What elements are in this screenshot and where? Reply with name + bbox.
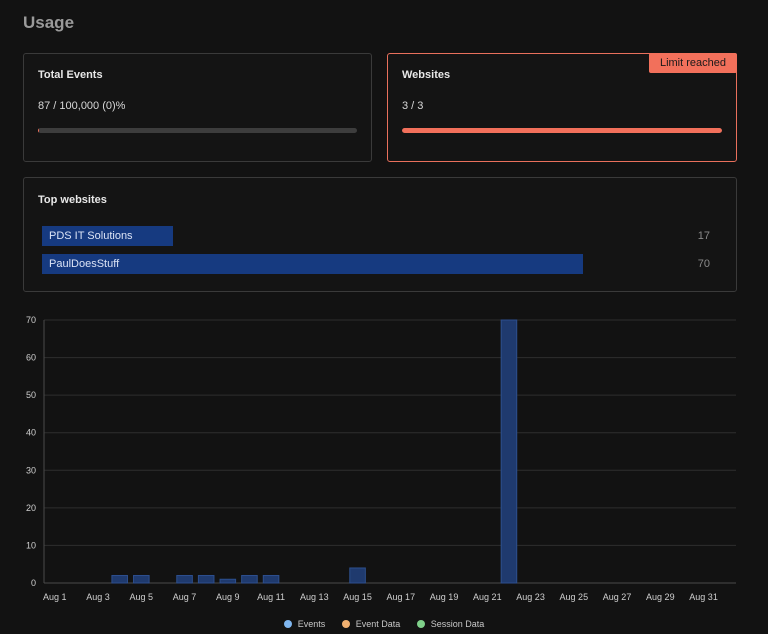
x-tick-label: Aug 31 xyxy=(689,592,718,602)
x-tick-label: Aug 7 xyxy=(173,592,197,602)
x-tick-label: Aug 13 xyxy=(300,592,329,602)
top-websites-card: Top websites PDS IT Solutions 17 PaulDoe… xyxy=(23,177,737,292)
top-website-row[interactable]: PDS IT Solutions 17 xyxy=(42,226,714,246)
legend-item-events[interactable]: Events xyxy=(283,619,326,629)
y-tick-label: 10 xyxy=(26,540,36,550)
x-tick-label: Aug 21 xyxy=(473,592,502,602)
x-tick-label: Aug 25 xyxy=(560,592,589,602)
top-website-count: 17 xyxy=(697,230,710,242)
top-website-count: 70 xyxy=(697,258,710,270)
total-events-progress xyxy=(38,128,357,133)
dot-icon xyxy=(341,620,350,628)
websites-title: Websites xyxy=(402,69,451,81)
chart-bar xyxy=(262,574,280,584)
x-tick-label: Aug 5 xyxy=(130,592,154,602)
y-tick-label: 50 xyxy=(26,390,36,400)
top-website-name: PaulDoesStuff xyxy=(49,258,120,270)
chart-bar xyxy=(176,574,193,584)
websites-value: 3 / 3 xyxy=(402,100,424,112)
total-events-card: Total Events 87 / 100,000 (0)% xyxy=(23,53,372,162)
chart-bar xyxy=(241,574,258,584)
top-website-bar xyxy=(42,254,583,274)
top-websites-title: Top websites xyxy=(38,194,107,206)
x-tick-label: Aug 27 xyxy=(603,592,632,602)
y-tick-label: 40 xyxy=(26,428,36,438)
y-tick-label: 0 xyxy=(31,578,36,588)
dot-icon xyxy=(416,620,425,628)
x-tick-label: Aug 19 xyxy=(430,592,459,602)
dot-icon xyxy=(283,620,292,628)
x-tick-label: Aug 15 xyxy=(343,592,372,602)
y-tick-label: 60 xyxy=(26,353,36,363)
x-tick-label: Aug 29 xyxy=(646,592,675,602)
total-events-value: 87 / 100,000 (0)% xyxy=(38,100,126,112)
x-tick-label: Aug 1 xyxy=(43,592,67,602)
websites-progress-fill xyxy=(402,128,722,133)
x-tick-label: Aug 11 xyxy=(257,592,285,602)
usage-chart: 0 10 20 30 40 50 60 70 Aug 1 Aug 3 Aug 5 Aug 7 Aug 9… xyxy=(26,315,736,602)
y-tick-label: 30 xyxy=(26,465,36,475)
top-website-row[interactable]: PaulDoesStuff 70 xyxy=(42,254,714,274)
page-title: Usage xyxy=(23,13,75,32)
top-website-name: PDS IT Solutions xyxy=(49,230,133,242)
chart-bar xyxy=(500,319,518,584)
limit-reached-badge: Limit reached xyxy=(648,53,737,73)
x-tick-label: Aug 17 xyxy=(387,592,416,602)
x-tick-label: Aug 9 xyxy=(216,592,240,602)
y-tick-label: 20 xyxy=(26,503,36,513)
legend-item-session-data[interactable]: Session Data xyxy=(416,619,485,629)
chart-bar xyxy=(133,574,150,584)
websites-progress xyxy=(402,128,722,133)
chart-legend: Events Event Data Session Data xyxy=(0,619,768,629)
legend-label: Events xyxy=(297,619,326,629)
y-tick-label: 70 xyxy=(26,315,36,325)
chart-bar xyxy=(349,567,366,584)
chart-bar xyxy=(219,578,237,584)
legend-item-event-data[interactable]: Event Data xyxy=(341,619,401,629)
x-tick-label: Aug 3 xyxy=(86,592,110,602)
x-tick-label: Aug 23 xyxy=(516,592,545,602)
chart-bar xyxy=(197,574,215,584)
websites-card: Websites 3 / 3 Limit reached xyxy=(387,53,737,162)
chart-bar xyxy=(111,574,128,584)
legend-label: Event Data xyxy=(355,619,401,629)
total-events-title: Total Events xyxy=(38,69,103,81)
legend-label: Session Data xyxy=(430,619,485,629)
